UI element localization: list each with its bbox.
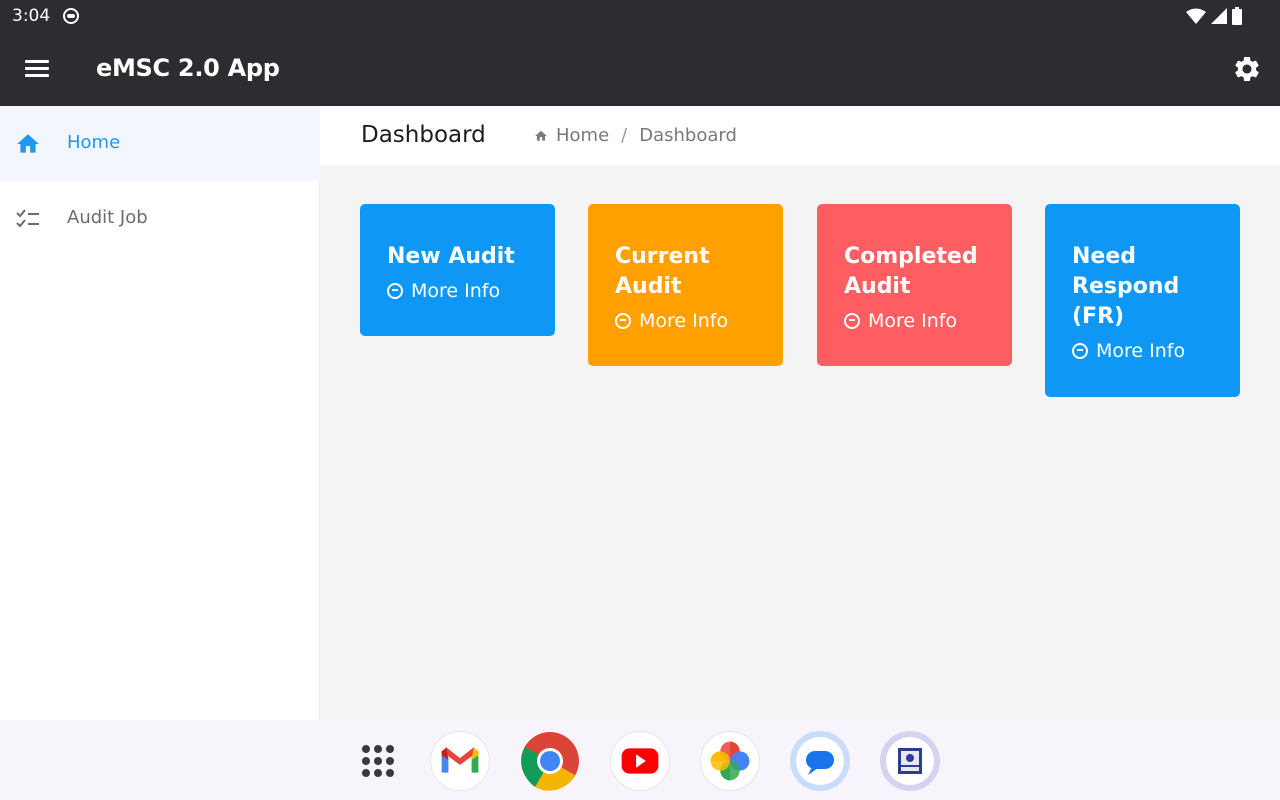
menu-icon[interactable] [22,56,52,82]
card-title: Current Audit [615,244,710,299]
messages-icon[interactable] [790,731,850,791]
breadcrumb-current: Dashboard [639,125,737,146]
more-info-label: More Info [639,310,729,332]
notification-icon [63,8,79,24]
breadcrumb-home-link[interactable]: Home [534,125,609,146]
breadcrumb: Home / Dashboard [534,125,737,146]
page-header: Dashboard Home / Dashboard [320,106,1280,165]
sidebar-item-label: Home [67,132,121,153]
sidebar-item-audit-job[interactable]: Audit Job [0,181,320,256]
card-new-audit[interactable]: New Audit More Info [360,204,555,336]
more-info-link[interactable]: More Info [387,280,555,302]
breadcrumb-home-label: Home [556,125,610,146]
home-icon [535,130,547,141]
card-title: Completed Audit [844,244,978,299]
more-info-label: More Info [868,310,958,332]
more-info-label: More Info [411,280,501,302]
wifi-icon [1186,8,1206,24]
page-title: Dashboard [361,122,486,148]
settings-gear-icon[interactable] [1232,54,1262,84]
status-bar: 3:04 [0,0,1280,32]
app-bar: eMSC 2.0 App [0,32,1280,106]
battery-icon [1232,7,1242,25]
more-info-link[interactable]: More Info [844,310,1012,332]
arrow-circle-right-icon [387,283,403,299]
emsc-app-icon[interactable] [880,731,940,791]
youtube-icon[interactable] [610,731,670,791]
sidebar-item-label: Audit Job [67,207,148,228]
home-icon [17,134,39,153]
google-photos-icon[interactable] [700,731,760,791]
breadcrumb-separator: / [621,125,628,146]
card-need-respond[interactable]: Need Respond (FR) More Info [1045,204,1240,397]
signal-icon [1211,8,1227,24]
gmail-icon[interactable] [430,731,490,791]
sidebar-item-home[interactable]: Home [0,106,320,181]
arrow-circle-right-icon [844,313,860,329]
more-info-link[interactable]: More Info [615,310,783,332]
sidebar: Home Audit Job [0,106,320,720]
arrow-circle-right-icon [615,313,631,329]
more-info-link[interactable]: More Info [1072,340,1240,362]
card-title: New Audit [387,244,515,269]
card-current-audit[interactable]: Current Audit More Info [588,204,783,366]
status-indicators [1186,7,1242,25]
app-drawer-icon[interactable] [348,731,408,791]
card-completed-audit[interactable]: Completed Audit More Info [817,204,1012,366]
arrow-circle-right-icon [1072,343,1088,359]
checklist-icon [16,209,39,228]
status-time: 3:04 [12,6,51,26]
more-info-label: More Info [1096,340,1186,362]
app-title: eMSC 2.0 App [96,54,280,82]
taskbar-dock [0,720,1280,800]
card-title: Need Respond (FR) [1072,244,1180,329]
chrome-icon[interactable] [520,731,580,791]
